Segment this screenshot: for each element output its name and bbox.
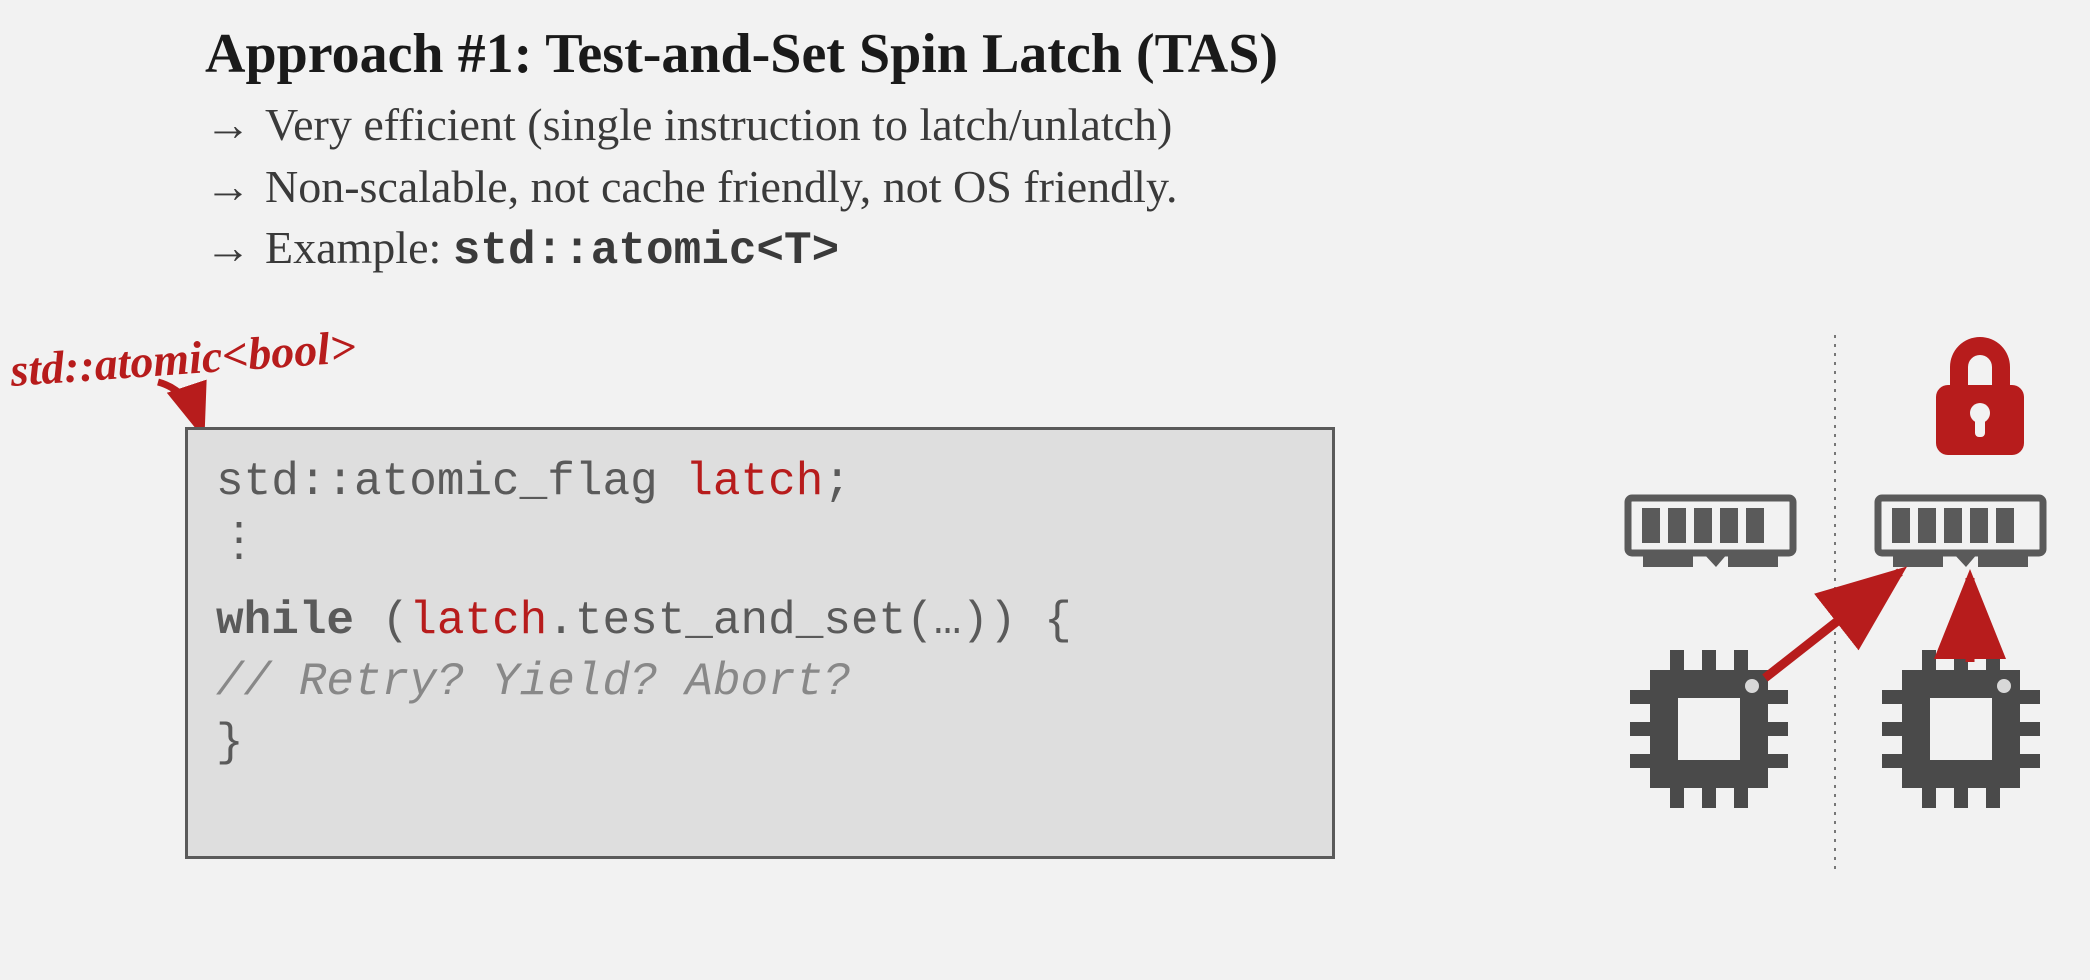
code-block: std::atomic_flag latch; ⋮ while (latch.t… (185, 427, 1335, 859)
slide-title: Approach #1: Test-and-Set Spin Latch (TA… (205, 22, 1278, 86)
latch-diagram (1610, 310, 2060, 885)
arrow-icon: → (205, 219, 251, 281)
code-text: .test_and_set(…)) { (547, 595, 1072, 647)
example-code: std::atomic<T> (453, 225, 839, 277)
code-punct: ; (823, 456, 851, 508)
code-line: ⋮ (216, 513, 1304, 574)
code-line: while (latch.test_and_set(…)) { (216, 591, 1304, 652)
code-type: std::atomic_flag (216, 456, 685, 508)
slide: Approach #1: Test-and-Set Spin Latch (TA… (0, 0, 2090, 980)
code-line: // Retry? Yield? Abort? (216, 652, 1304, 713)
vertical-ellipsis-icon: ⋮ (216, 517, 264, 569)
bullet-item: → Example: std::atomic<T> (205, 219, 1177, 281)
ram-icon (1628, 498, 1793, 567)
code-variable: latch (409, 595, 547, 647)
code-punct: ( (354, 595, 409, 647)
ram-icon (1878, 498, 2043, 567)
bullet-list: → Very efficient (single instruction to … (205, 92, 1177, 281)
spacer (216, 573, 1304, 591)
bullet-text: Non-scalable, not cache friendly, not OS… (265, 158, 1177, 216)
code-comment: // Retry? Yield? Abort? (216, 656, 851, 708)
code-punct: } (216, 717, 244, 769)
example-prefix: Example: (265, 222, 453, 273)
bullet-item: → Non-scalable, not cache friendly, not … (205, 158, 1177, 216)
bullet-item: → Very efficient (single instruction to … (205, 96, 1177, 154)
code-keyword: while (216, 595, 354, 647)
code-line: } (216, 713, 1304, 774)
bullet-text: Very efficient (single instruction to la… (265, 96, 1172, 154)
bullet-text: Example: std::atomic<T> (265, 219, 839, 281)
arrow-icon: → (205, 96, 251, 154)
code-variable: latch (685, 456, 823, 508)
cpu-icon (1882, 650, 2040, 808)
code-line: std::atomic_flag latch; (216, 452, 1304, 513)
arrow-icon: → (205, 158, 251, 216)
lock-icon (1936, 337, 2024, 455)
arrow-icon (1765, 572, 1900, 678)
